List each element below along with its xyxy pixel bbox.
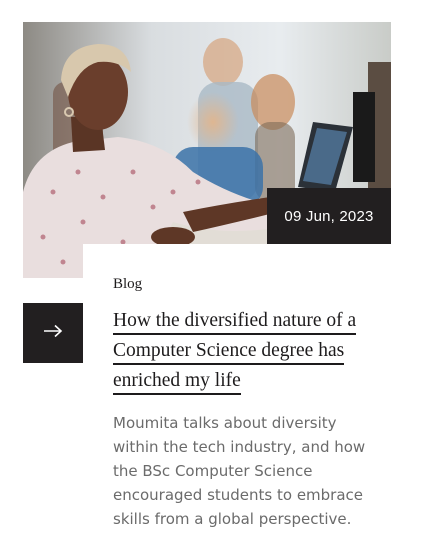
blog-card: 09 Jun, 2023 Blog How the diversified na… [0, 0, 427, 542]
arrow-right-icon [43, 324, 63, 343]
read-more-button[interactable] [23, 303, 83, 363]
category-label: Blog [113, 276, 143, 292]
image-cutout [83, 244, 391, 278]
article-title: How the diversified nature of a Computer… [113, 306, 393, 396]
article-excerpt: Moumita talks about diversity within the… [113, 414, 366, 528]
article-title-link[interactable]: How the diversified nature of a Computer… [113, 310, 357, 395]
date-badge: 09 Jun, 2023 [267, 188, 391, 244]
